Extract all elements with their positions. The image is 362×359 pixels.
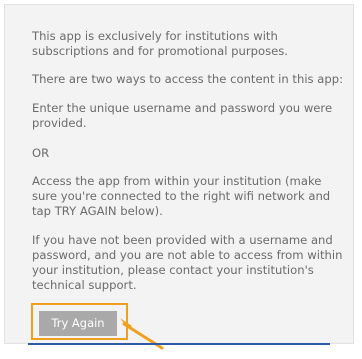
notice-institution-access-text: Access the app from within your institut… [32,174,331,218]
notice-access-ways-text: There are two ways to access the content… [32,72,343,86]
arrow-pointer-icon [120,318,164,350]
notice-support-text: If you have not been provided with a use… [32,233,343,292]
notice-or-separator: OR [32,146,50,160]
accent-divider [28,343,330,345]
notice-intro-text: This app is exclusively for institutions… [32,29,288,58]
access-notice-screen: This app is exclusively for institutions… [0,0,362,359]
notice-credentials-text: Enter the unique username and password y… [32,101,333,130]
try-again-button[interactable]: Try Again [39,311,117,336]
